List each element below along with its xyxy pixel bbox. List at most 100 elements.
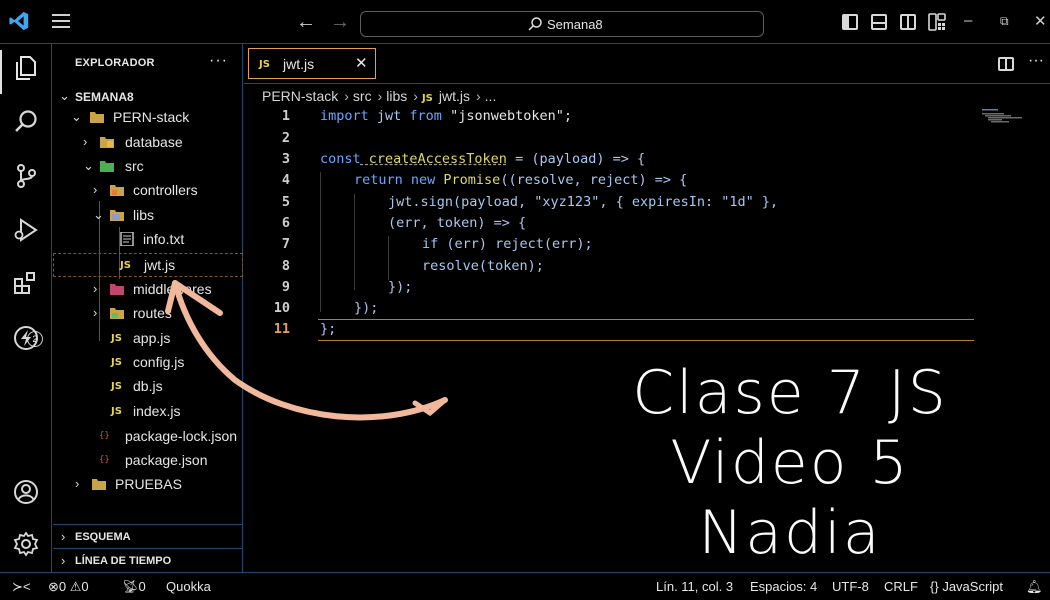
- breadcrumb-item[interactable]: src: [353, 88, 372, 104]
- vscode-logo-icon[interactable]: [8, 10, 30, 32]
- text-file-icon: [120, 232, 134, 246]
- js-file-icon: JS: [111, 406, 122, 417]
- chevron-right-icon: ›: [93, 281, 98, 296]
- search-icon: [528, 17, 542, 31]
- database-folder-icon: [100, 137, 114, 148]
- split-editor-icon[interactable]: [998, 57, 1014, 71]
- line-number: 8: [281, 258, 290, 274]
- code-indent-guide: [388, 236, 389, 280]
- editor-more-actions[interactable]: ···: [1028, 52, 1044, 70]
- ports-indicator[interactable]: 📡︎0: [122, 579, 146, 595]
- notifications-bell-icon[interactable]: 🔔︎: [1026, 579, 1043, 595]
- quokka-lightning-icon[interactable]: [12, 324, 40, 352]
- chevron-right-icon: ›: [476, 88, 481, 104]
- js-file-icon: JS: [120, 260, 131, 271]
- close-tab-icon[interactable]: ✕: [355, 54, 368, 72]
- language-mode[interactable]: {} JavaScript: [930, 579, 1003, 594]
- code-line: const createAccessToken = (payload) => {: [320, 151, 646, 167]
- line-number: 5: [281, 194, 290, 210]
- arrow-annotation-icon: [165, 280, 448, 421]
- tree-item-info-txt[interactable]: info.txt: [53, 228, 243, 252]
- chevron-right-icon: ›: [75, 476, 80, 491]
- code-line: (err, token) => {: [388, 215, 527, 231]
- status-bar: ≻< ⊗0 ⚠0 📡︎0 Quokka Lín. 11, col. 3 Espa…: [0, 572, 1050, 600]
- chevron-down-icon: ⌄: [93, 207, 104, 222]
- overlay-title-line: Nadia: [698, 498, 882, 568]
- tree-item-jwt-js[interactable]: JS jwt.js: [53, 253, 243, 277]
- code-line: return new Promise((resolve, reject) => …: [354, 172, 688, 188]
- breadcrumb-item[interactable]: PERN-stack: [262, 88, 338, 104]
- overlay-title-line: Clase 7 JS: [632, 358, 948, 428]
- chevron-down-icon: ⌄: [59, 88, 70, 103]
- customize-layout-icon[interactable]: [928, 13, 946, 31]
- tab-jwt-js[interactable]: JS jwt.js ✕: [248, 48, 376, 79]
- title-bar: ← → Semana8 – ⧉ ✕: [0, 0, 1050, 44]
- toggle-primary-sidebar-icon[interactable]: [842, 14, 858, 30]
- search-sidebar-icon[interactable]: [12, 108, 40, 136]
- quokka-status[interactable]: Quokka: [166, 579, 211, 594]
- run-debug-icon[interactable]: [12, 216, 40, 244]
- js-file-icon: JS: [111, 357, 122, 368]
- source-control-icon[interactable]: [12, 162, 40, 190]
- error-icon: ⊗: [48, 579, 59, 594]
- line-number: 4: [281, 172, 290, 188]
- tree-item-pern-stack[interactable]: ⌄ PERN-stack: [53, 106, 243, 130]
- tree-item-src[interactable]: ⌄ src: [53, 155, 243, 179]
- active-indicator: [0, 50, 2, 94]
- forward-arrow-icon[interactable]: →: [330, 11, 350, 33]
- end-of-line[interactable]: CRLF: [884, 579, 918, 594]
- folder-open-icon: [90, 112, 104, 123]
- encoding[interactable]: UTF-8: [832, 579, 869, 594]
- outline-section[interactable]: › ESQUEMA: [53, 524, 243, 548]
- cursor-position[interactable]: Lín. 11, col. 3: [656, 579, 733, 594]
- breadcrumb-item[interactable]: ...: [485, 88, 497, 104]
- line-number: 6: [281, 215, 290, 231]
- src-folder-icon: [100, 161, 114, 172]
- breadcrumb-item[interactable]: libs: [386, 88, 407, 104]
- line-number: 3: [281, 151, 290, 167]
- broadcast-icon: 📡︎: [122, 579, 139, 594]
- code-line: if (err) reject(err);: [422, 236, 593, 252]
- minimize-icon[interactable]: –: [964, 12, 972, 29]
- line-number: 2: [281, 130, 290, 146]
- restore-icon[interactable]: ⧉: [1000, 14, 1009, 29]
- problems-indicator[interactable]: ⊗0 ⚠0: [48, 579, 89, 595]
- line-number: 1: [281, 108, 290, 124]
- settings-gear-icon[interactable]: [12, 530, 40, 558]
- chevron-right-icon: ›: [83, 134, 88, 149]
- chevron-right-icon: ›: [93, 182, 98, 197]
- tree-item-package-json[interactable]: {} package.json: [53, 449, 243, 473]
- explorer-title: EXPLORADOR: [75, 57, 155, 69]
- tree-item-libs[interactable]: ⌄ libs: [53, 204, 243, 228]
- back-arrow-icon[interactable]: ←: [296, 11, 316, 33]
- tree-item-database[interactable]: › database: [53, 131, 243, 155]
- timeline-section[interactable]: › LÍNEA DE TIEMPO: [53, 548, 243, 572]
- tree-item-controllers[interactable]: › controllers: [53, 179, 243, 203]
- close-window-icon[interactable]: ✕: [1034, 12, 1047, 30]
- explorer-icon[interactable]: [12, 54, 40, 82]
- menu-icon[interactable]: [52, 14, 70, 28]
- chevron-right-icon: ›: [344, 88, 349, 104]
- minimap[interactable]: [982, 108, 1022, 124]
- remote-icon[interactable]: ≻<: [12, 579, 30, 595]
- toggle-secondary-sidebar-icon[interactable]: [900, 14, 916, 30]
- line-number: 7: [281, 236, 290, 252]
- indentation[interactable]: Espacios: 4: [750, 579, 817, 594]
- account-icon[interactable]: [12, 478, 40, 506]
- explorer-more-actions[interactable]: ···: [209, 52, 228, 70]
- breadcrumb-item[interactable]: jwt.js: [439, 88, 470, 104]
- folder-icon: [92, 479, 106, 490]
- chevron-right-icon: ›: [61, 529, 66, 544]
- npm-file-icon: {}: [99, 431, 110, 441]
- chevron-right-icon: ›: [61, 553, 66, 568]
- tree-item-pruebas[interactable]: › PRUEBAS: [53, 473, 243, 497]
- overlay-title-line: Video 5: [670, 428, 910, 498]
- toggle-panel-icon[interactable]: [871, 14, 887, 30]
- libs-folder-icon: [110, 210, 124, 221]
- chevron-right-icon: ›: [93, 305, 98, 320]
- extensions-icon[interactable]: [12, 270, 40, 298]
- npm-file-icon: {}: [99, 455, 110, 465]
- chevron-down-icon: ⌄: [71, 109, 82, 124]
- command-center-search[interactable]: Semana8: [360, 11, 764, 37]
- js-file-icon: JS: [421, 93, 433, 104]
